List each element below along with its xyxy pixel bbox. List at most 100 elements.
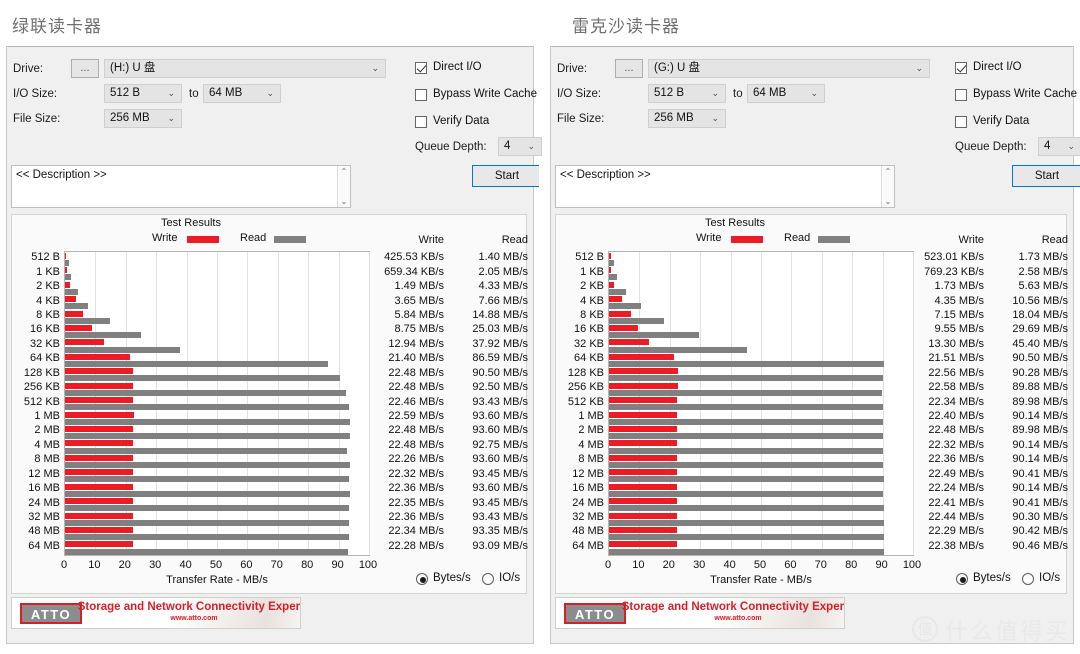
chart-ysize-label: 1 MB (578, 409, 604, 422)
atto-tagline: Storage and Network Connectivity Experts (621, 601, 845, 613)
start-button[interactable]: Start (1012, 165, 1080, 187)
chart-xtick-label: 80 (301, 559, 314, 571)
checkbox-bypass-write-cache-label: Bypass Write Cache (433, 88, 537, 100)
write-rate-cell: 22.48 MB/s (388, 366, 444, 379)
read-rate-cell: 2.05 MB/s (478, 265, 528, 278)
bar-write (65, 382, 134, 389)
write-rate-cell: 22.49 MB/s (928, 467, 984, 480)
chart-ysize-label: 16 KB (574, 323, 604, 336)
description-scrollbar[interactable]: ⌃ ⌄ (881, 166, 894, 207)
chart-ysize-label: 24 MB (28, 496, 60, 509)
write-rate-cell: 1.73 MB/s (934, 280, 984, 293)
read-rate-cell: 93.35 MB/s (472, 525, 528, 538)
read-rate-cell: 93.60 MB/s (472, 482, 528, 495)
bar-read (609, 462, 884, 469)
chart-xtick-label: 50 (209, 559, 223, 571)
queue-depth-select[interactable]: 4 ⌄ (1038, 137, 1080, 156)
bar-read (609, 433, 883, 440)
checkbox-verify-data-label: Verify Data (433, 115, 490, 127)
checkbox-unchecked-icon (955, 89, 967, 101)
write-rate-cell: 769.23 KB/s (924, 265, 984, 278)
bar-read (609, 519, 884, 526)
transfer-rate-bar-chart (64, 251, 370, 556)
chart-ysize-label: 16 MB (572, 482, 604, 495)
drive-select[interactable]: (H:) U 盘 ⌄ (104, 59, 386, 78)
test-results-section: Test Results Write Read 512 B 425.53 KB/s 1.4… (11, 214, 528, 594)
file-size-select[interactable]: 256 MB ⌄ (648, 109, 726, 128)
read-rate-cell: 90.30 MB/s (1012, 510, 1068, 523)
bar-write (65, 397, 134, 404)
io-size-max-select[interactable]: 64 MB ⌄ (747, 84, 825, 103)
bar-read (609, 260, 615, 267)
bar-read (609, 303, 642, 310)
bar-write (609, 526, 677, 533)
chart-xtick-label: 100 (358, 559, 378, 571)
queue-depth-select[interactable]: 4 ⌄ (498, 137, 542, 156)
read-rate-cell: 89.88 MB/s (1012, 381, 1068, 394)
scroll-down-icon[interactable]: ⌄ (338, 197, 350, 206)
legend-write-label: Write (152, 232, 178, 244)
chart-xaxis-title: Transfer Rate - MB/s (166, 574, 268, 586)
drive-select[interactable]: (G:) U 盘 ⌄ (648, 59, 930, 78)
benchmark-panel-right: 雷克沙读卡器 Drive: I/O Size: File Size:... (G:) U… (540, 0, 1080, 654)
chart-ysize-label: 1 KB (36, 265, 60, 278)
chart-ysize-label: 32 KB (30, 337, 60, 350)
bar-write (609, 252, 611, 259)
io-size-max-select[interactable]: 64 MB ⌄ (203, 84, 281, 103)
read-rate-cell: 86.59 MB/s (472, 352, 528, 365)
write-rate-cell: 3.65 MB/s (394, 294, 444, 307)
browse-drive-button[interactable]: ... (615, 59, 643, 78)
chart-ysize-label: 8 KB (36, 308, 60, 321)
read-rate-cell: 37.92 MB/s (472, 337, 528, 350)
bar-write (65, 498, 133, 505)
write-rate-cell: 523.01 KB/s (924, 251, 984, 264)
benchmark-panel-left: 绿联读卡器 Drive: I/O Size: File Size:... (H:) U … (0, 0, 542, 654)
description-scrollbar[interactable]: ⌃ ⌄ (337, 166, 350, 207)
io-size-min-select[interactable]: 512 B ⌄ (104, 84, 182, 103)
read-rate-cell: 90.14 MB/s (1012, 409, 1068, 422)
start-button[interactable]: Start (472, 165, 542, 187)
chart-ysize-label: 64 MB (28, 539, 60, 552)
bar-write (609, 469, 678, 476)
description-textarea[interactable]: << Description >> ⌃ ⌄ (555, 165, 895, 208)
write-rate-cell: 425.53 KB/s (384, 251, 444, 264)
write-rate-cell: 5.84 MB/s (394, 308, 444, 321)
bar-write (65, 324, 92, 331)
queue-depth-label: Queue Depth: (415, 141, 487, 153)
bar-write (65, 526, 133, 533)
read-rate-cell: 93.60 MB/s (472, 453, 528, 466)
read-rate-cell: 7.66 MB/s (478, 294, 528, 307)
bar-write (65, 469, 133, 476)
chart-ysize-label: 2 KB (36, 280, 60, 293)
bar-write (609, 368, 678, 375)
radio-io-per-sec-label: IO/s (499, 572, 521, 584)
write-rate-cell: 22.34 MB/s (928, 395, 984, 408)
test-results-section: Test Results Write Read 512 B 523.01 KB/s 1.7… (555, 214, 1068, 594)
description-textarea[interactable]: << Description >> ⌃ ⌄ (11, 165, 351, 208)
file-size-select[interactable]: 256 MB ⌄ (104, 109, 182, 128)
chart-xtick-label: 30 (149, 559, 162, 571)
bar-write (65, 512, 133, 519)
chart-xtick-label: 90 (875, 559, 888, 571)
checkbox-unchecked-icon (415, 89, 427, 101)
bar-read (65, 418, 350, 425)
bar-write (65, 541, 133, 548)
scroll-down-icon[interactable]: ⌄ (882, 197, 894, 206)
write-rate-cell: 22.36 MB/s (928, 453, 984, 466)
write-rate-cell: 22.56 MB/s (928, 366, 984, 379)
chart-ysize-label: 1 KB (580, 265, 604, 278)
read-rate-cell: 93.43 MB/s (472, 510, 528, 523)
write-rate-cell: 12.94 MB/s (388, 337, 444, 350)
bar-write (609, 267, 612, 274)
file-size-select-value: 256 MB (654, 112, 694, 124)
bar-write (609, 324, 639, 331)
chevron-down-icon: ⌄ (167, 113, 175, 123)
chart-xtick-label: 60 (784, 559, 797, 571)
scroll-up-icon[interactable]: ⌃ (338, 167, 350, 176)
browse-drive-button[interactable]: ... (71, 59, 99, 78)
queue-depth-label: Queue Depth: (955, 141, 1027, 153)
scroll-up-icon[interactable]: ⌃ (882, 167, 894, 176)
chart-ysize-label: 128 KB (23, 366, 60, 379)
bar-write (65, 440, 134, 447)
io-size-min-select[interactable]: 512 B ⌄ (648, 84, 726, 103)
